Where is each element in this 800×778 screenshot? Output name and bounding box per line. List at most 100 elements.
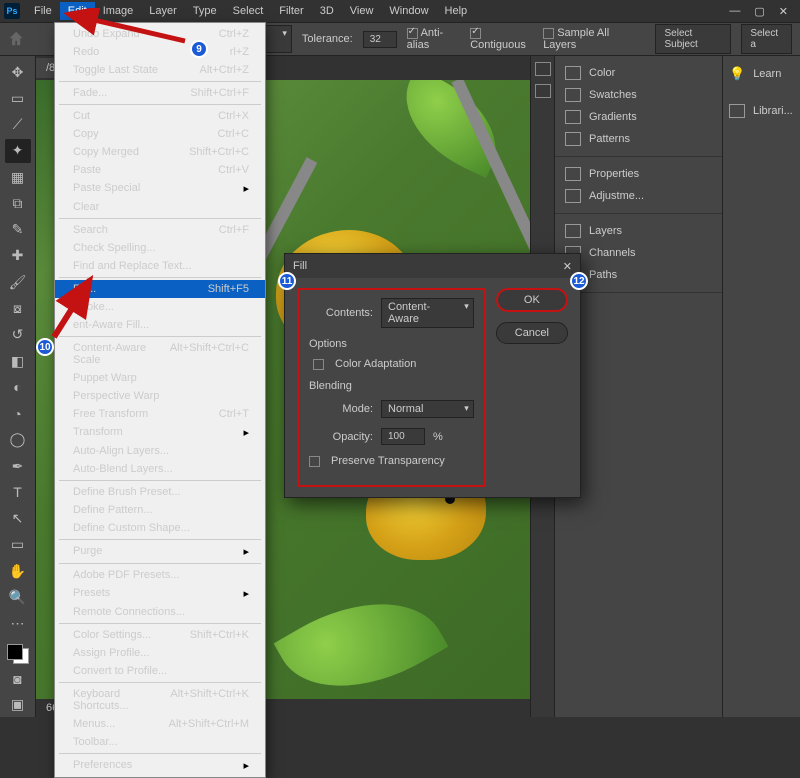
mi-paste-special[interactable]: Paste Special — [55, 179, 265, 198]
mi-paste[interactable]: PasteCtrl+V — [55, 161, 265, 179]
cancel-button[interactable]: Cancel — [496, 322, 568, 344]
move-tool-icon[interactable]: ✥ — [5, 60, 31, 84]
ok-button[interactable]: OK — [496, 288, 568, 312]
type-tool-icon[interactable]: T — [5, 480, 31, 504]
mi-preferences[interactable]: Preferences — [55, 756, 265, 775]
mask-mode-icon[interactable]: ◙ — [5, 666, 31, 690]
blur-tool-icon[interactable]: ◔ — [5, 401, 31, 425]
mi-toolbar[interactable]: Toolbar... — [55, 733, 265, 751]
marquee-tool-icon[interactable]: ▭ — [5, 86, 31, 110]
color-swatch[interactable] — [7, 644, 29, 665]
mi-convert-profile[interactable]: Convert to Profile... — [55, 662, 265, 680]
mi-clear[interactable]: Clear — [55, 198, 265, 216]
contiguous-check[interactable]: Contiguous — [470, 27, 533, 51]
mi-toggle[interactable]: Toggle Last StateAlt+Ctrl+Z — [55, 61, 265, 79]
tolerance-input[interactable]: 32 — [363, 31, 397, 48]
mi-presets[interactable]: Presets — [55, 584, 265, 603]
stamp-tool-icon[interactable]: ⧇ — [5, 296, 31, 320]
history-brush-icon[interactable]: ↺ — [5, 323, 31, 347]
panel-color[interactable]: Color — [555, 62, 722, 84]
mi-pdf-presets[interactable]: Adobe PDF Presets... — [55, 566, 265, 584]
sample-all-check[interactable]: Sample All Layers — [543, 27, 635, 51]
pen-tool-icon[interactable]: ✒ — [5, 454, 31, 478]
hand-tool-icon[interactable]: ✋ — [5, 559, 31, 583]
menu-type[interactable]: Type — [185, 2, 225, 20]
contents-dropdown[interactable]: Content-Aware — [381, 298, 474, 328]
badge-9: 9 — [190, 40, 208, 58]
panel-gradients[interactable]: Gradients — [555, 106, 722, 128]
close-icon[interactable]: ✕ — [779, 5, 788, 18]
mi-cut[interactable]: CutCtrl+X — [55, 107, 265, 125]
menu-help[interactable]: Help — [437, 2, 476, 20]
mi-transform[interactable]: Transform — [55, 423, 265, 442]
mi-perspective[interactable]: Perspective Warp — [55, 387, 265, 405]
select-subject-button[interactable]: Select Subject — [655, 24, 731, 54]
menu-view[interactable]: View — [342, 2, 382, 20]
tool-column: ✥ ▭ ⟋ ✦ ▦ ⧉ ✎ ✚ 🖌 ⧇ ↺ ◧ ◐ ◔ ◯ ✒ T ↖ ▭ ✋ … — [0, 56, 36, 717]
mi-fade[interactable]: Fade...Shift+Ctrl+F — [55, 84, 265, 102]
dialog-titlebar[interactable]: Fill ✕ — [285, 254, 580, 278]
minimize-icon[interactable]: — — [729, 5, 740, 18]
rectangle-tool-icon[interactable]: ▭ — [5, 533, 31, 557]
frame-tool-icon[interactable]: ⧉ — [5, 191, 31, 215]
home-icon[interactable] — [8, 30, 24, 48]
crop-tool-icon[interactable]: ▦ — [5, 165, 31, 189]
mi-spell[interactable]: Check Spelling... — [55, 239, 265, 257]
color-adaptation-check[interactable] — [313, 359, 324, 370]
panel-patterns[interactable]: Patterns — [555, 128, 722, 150]
lasso-tool-icon[interactable]: ⟋ — [5, 113, 31, 137]
mi-keyboard-shortcuts[interactable]: Keyboard Shortcuts...Alt+Shift+Ctrl+K — [55, 685, 265, 715]
screen-mode-icon[interactable]: ▣ — [5, 693, 31, 717]
mi-copy-merged[interactable]: Copy MergedShift+Ctrl+C — [55, 143, 265, 161]
mi-assign-profile[interactable]: Assign Profile... — [55, 644, 265, 662]
heal-tool-icon[interactable]: ✚ — [5, 244, 31, 268]
panel-properties[interactable]: Properties — [555, 163, 722, 185]
badge-11: 11 — [278, 272, 296, 290]
mode-dropdown[interactable]: Normal — [381, 400, 474, 418]
panel-learn[interactable]: 💡Learn — [727, 62, 796, 86]
magic-wand-tool-icon[interactable]: ✦ — [5, 139, 31, 163]
zoom-tool-icon[interactable]: 🔍 — [5, 585, 31, 609]
menu-filter[interactable]: Filter — [271, 2, 311, 20]
mi-purge[interactable]: Purge — [55, 542, 265, 561]
maximize-icon[interactable]: ▢ — [754, 5, 764, 18]
panel-adjustments[interactable]: Adjustme... — [555, 185, 722, 207]
menu-file[interactable]: File — [26, 2, 60, 20]
mi-auto-blend[interactable]: Auto-Blend Layers... — [55, 460, 265, 478]
dialog-title: Fill — [293, 260, 307, 272]
panel-libraries[interactable]: Librari... — [727, 100, 796, 122]
menu-window[interactable]: Window — [381, 2, 436, 20]
mi-free[interactable]: Free TransformCtrl+T — [55, 405, 265, 423]
mi-define-shape[interactable]: Define Custom Shape... — [55, 519, 265, 537]
panel-layers[interactable]: Layers — [555, 220, 722, 242]
brush-tool-icon[interactable]: 🖌 — [5, 270, 31, 294]
mi-remote[interactable]: Remote Connections... — [55, 603, 265, 621]
dialog-close-icon[interactable]: ✕ — [563, 260, 572, 273]
mi-menus[interactable]: Menus...Alt+Shift+Ctrl+M — [55, 715, 265, 733]
mi-puppet[interactable]: Puppet Warp — [55, 369, 265, 387]
opacity-input[interactable]: 100 — [381, 428, 425, 445]
badge-12: 12 — [570, 272, 588, 290]
history-panel-icon[interactable] — [535, 62, 551, 76]
mi-cas[interactable]: Content-Aware ScaleAlt+Shift+Ctrl+C — [55, 339, 265, 369]
mi-auto-align[interactable]: Auto-Align Layers... — [55, 442, 265, 460]
mi-define-brush[interactable]: Define Brush Preset... — [55, 483, 265, 501]
actions-panel-icon[interactable] — [535, 84, 551, 98]
eraser-tool-icon[interactable]: ◧ — [5, 349, 31, 373]
path-select-icon[interactable]: ↖ — [5, 507, 31, 531]
mi-copy[interactable]: CopyCtrl+C — [55, 125, 265, 143]
gradient-tool-icon[interactable]: ◐ — [5, 375, 31, 399]
menu-3d[interactable]: 3D — [312, 2, 342, 20]
mi-search[interactable]: SearchCtrl+F — [55, 221, 265, 239]
more-tools-icon[interactable]: ⋯ — [5, 612, 31, 636]
panel-swatches[interactable]: Swatches — [555, 84, 722, 106]
blending-heading: Blending — [309, 380, 474, 392]
select-and-mask-button[interactable]: Select a — [741, 24, 792, 54]
dialog-form: Contents: Content-Aware Options Color Ad… — [297, 288, 486, 487]
eyedropper-tool-icon[interactable]: ✎ — [5, 218, 31, 242]
mi-color-settings[interactable]: Color Settings...Shift+Ctrl+K — [55, 626, 265, 644]
antialias-check[interactable]: Anti-alias — [407, 27, 461, 51]
mi-define-pattern[interactable]: Define Pattern... — [55, 501, 265, 519]
menu-select[interactable]: Select — [225, 2, 272, 20]
dodge-tool-icon[interactable]: ◯ — [5, 428, 31, 452]
